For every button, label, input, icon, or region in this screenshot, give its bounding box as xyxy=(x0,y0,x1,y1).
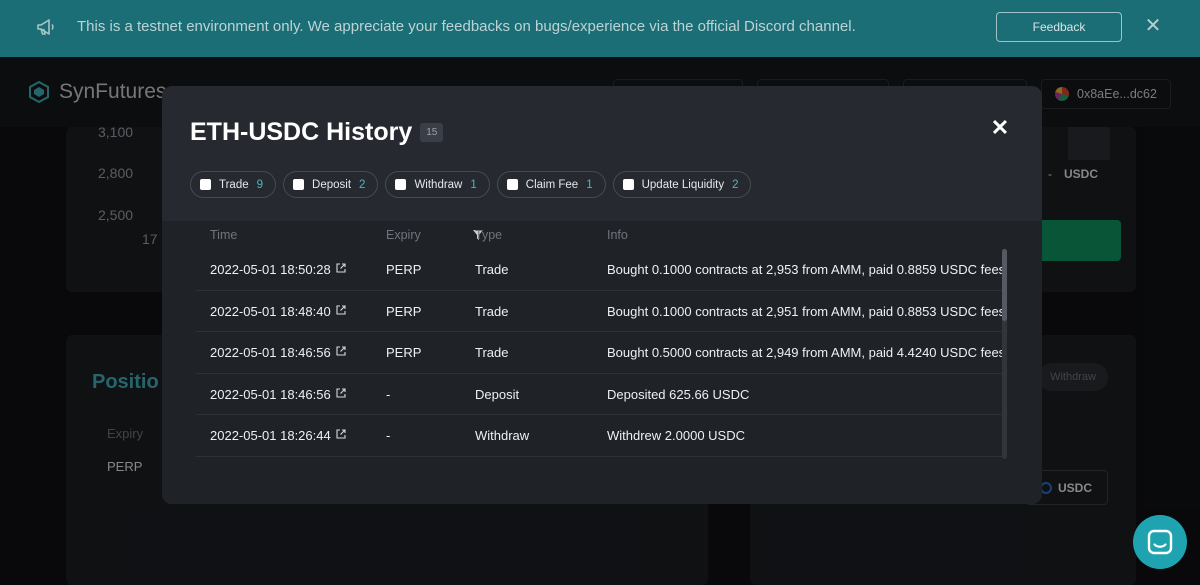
type-filter-group: Trade 9 Deposit 2 Withdraw 1 Claim Fee 1… xyxy=(190,171,752,198)
checkbox[interactable] xyxy=(395,179,407,190)
external-link-icon[interactable] xyxy=(336,304,346,315)
filter-count: 2 xyxy=(359,178,366,191)
row-time[interactable]: 2022-05-01 18:50:28 xyxy=(210,262,346,277)
checkbox[interactable] xyxy=(622,179,634,190)
filter-update-liquidity[interactable]: Update Liquidity 2 xyxy=(612,171,752,198)
table-header: Time Expiry Type Info xyxy=(196,221,1006,249)
chat-icon xyxy=(1147,529,1173,555)
history-count-badge: 15 xyxy=(420,123,444,142)
table-row: 2022-05-01 18:46:56 - Deposit Deposited … xyxy=(196,374,1006,415)
row-info: Deposited 625.66 USDC xyxy=(607,386,750,402)
column-type: Type xyxy=(475,228,503,242)
support-chat-button[interactable] xyxy=(1133,515,1187,569)
row-expiry: - xyxy=(386,386,391,402)
filter-label: Claim Fee xyxy=(525,178,579,191)
time-text: 2022-05-01 18:46:56 xyxy=(210,386,331,402)
row-time[interactable]: 2022-05-01 18:46:56 xyxy=(210,345,346,360)
row-type: Trade xyxy=(475,345,509,360)
modal-title-text: ETH-USDC History xyxy=(190,118,413,146)
table-row: 2022-05-01 18:50:28 PERP Trade Bought 0.… xyxy=(196,249,1006,291)
modal-close-icon[interactable]: ✕ xyxy=(990,117,1010,139)
filter-withdraw[interactable]: Withdraw 1 xyxy=(385,171,490,198)
checkbox[interactable] xyxy=(293,179,305,190)
filter-trade[interactable]: Trade 9 xyxy=(190,171,277,198)
external-link-icon[interactable] xyxy=(336,387,346,398)
row-time[interactable]: 2022-05-01 18:46:56 xyxy=(210,387,346,402)
checkbox[interactable] xyxy=(506,179,518,190)
external-link-icon[interactable] xyxy=(336,263,346,273)
row-type: Deposit xyxy=(475,386,520,402)
column-expiry: Expiry xyxy=(386,228,421,242)
time-text: 2022-05-01 18:46:56 xyxy=(210,345,331,360)
filter-label: Withdraw xyxy=(414,178,463,191)
testnet-banner: This is a testnet environment only. We a… xyxy=(0,0,1200,57)
modal-title: ETH-USDC History 15 xyxy=(190,118,444,147)
time-text: 2022-05-01 18:26:44 xyxy=(210,428,331,443)
row-info: Bought 0.5000 contracts at 2,949 from AM… xyxy=(607,345,1006,360)
table-scrollbar-thumb[interactable] xyxy=(1002,249,1007,321)
time-text: 2022-05-01 18:48:40 xyxy=(210,303,331,319)
filter-count: 1 xyxy=(470,178,477,191)
row-type: Withdraw xyxy=(475,428,530,443)
close-icon[interactable]: ✕ xyxy=(1144,16,1162,36)
row-type: Trade xyxy=(475,303,509,319)
filter-label: Trade xyxy=(219,178,249,191)
row-info: Bought 0.1000 contracts at 2,951 from AM… xyxy=(607,303,1006,319)
filter-count: 9 xyxy=(256,178,264,191)
filter-deposit[interactable]: Deposit 2 xyxy=(283,171,379,198)
filter-count: 2 xyxy=(732,178,739,191)
table-row: 2022-05-01 18:26:44 - Withdraw Withdrew … xyxy=(196,415,1006,457)
filter-label: Update Liquidity xyxy=(641,178,725,191)
megaphone-icon xyxy=(37,19,54,35)
filter-count: 1 xyxy=(586,178,593,191)
banner-message: This is a testnet environment only. We a… xyxy=(77,18,856,35)
feedback-button[interactable]: Feedback xyxy=(996,12,1122,42)
table-row: 2022-05-01 18:46:56 PERP Trade Bought 0.… xyxy=(196,332,1006,374)
external-link-icon[interactable] xyxy=(336,429,346,439)
time-text: 2022-05-01 18:50:28 xyxy=(210,262,331,277)
external-link-icon[interactable] xyxy=(336,346,346,356)
column-time: Time xyxy=(210,228,238,242)
row-time[interactable]: 2022-05-01 18:26:44 xyxy=(210,428,346,443)
history-table: Time Expiry Type Info 2022-05-01 18:50:2… xyxy=(162,221,1042,504)
table-body: 2022-05-01 18:50:28 PERP Trade Bought 0.… xyxy=(196,249,1006,457)
row-time[interactable]: 2022-05-01 18:48:40 xyxy=(210,304,346,319)
row-expiry: PERP xyxy=(386,262,422,277)
row-info: Withdrew 2.0000 USDC xyxy=(607,428,745,443)
row-expiry: PERP xyxy=(386,345,422,360)
row-type: Trade xyxy=(475,262,509,277)
filter-claim-fee[interactable]: Claim Fee 1 xyxy=(496,171,606,198)
column-info: Info xyxy=(607,228,628,242)
row-info: Bought 0.1000 contracts at 2,953 from AM… xyxy=(607,262,1006,277)
filter-label: Deposit xyxy=(312,178,352,191)
row-expiry: - xyxy=(386,428,391,443)
checkbox[interactable] xyxy=(200,179,211,190)
history-modal: ETH-USDC History 15 ✕ Trade 9 Deposit 2 … xyxy=(162,86,1042,504)
row-expiry: PERP xyxy=(386,303,422,319)
table-row: 2022-05-01 18:48:40 PERP Trade Bought 0.… xyxy=(196,291,1006,332)
